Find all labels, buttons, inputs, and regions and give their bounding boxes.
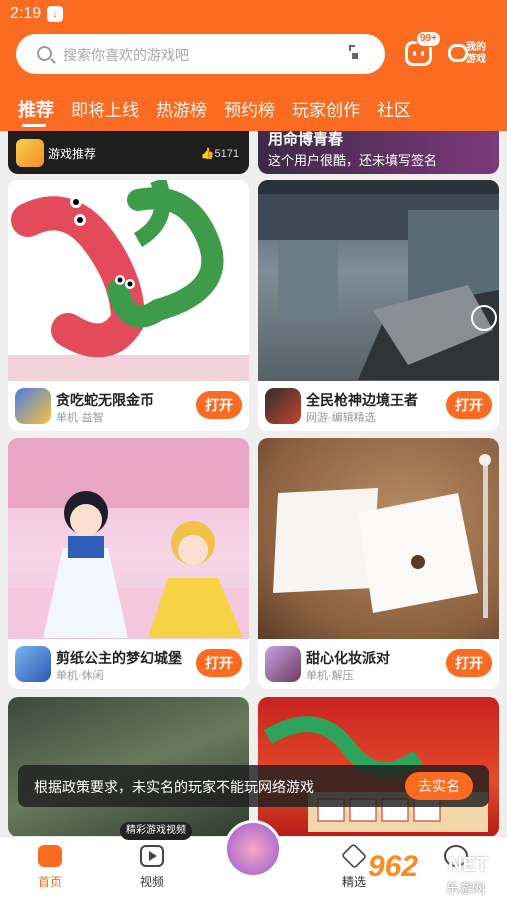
game-screenshot bbox=[8, 180, 249, 381]
diamond-icon bbox=[340, 842, 368, 870]
home-icon bbox=[38, 845, 62, 867]
open-button[interactable]: 打开 bbox=[196, 391, 242, 419]
like-count: 👍5171 bbox=[200, 148, 239, 160]
nav-home-label: 首页 bbox=[37, 875, 62, 889]
game-name: 剪纸公主的梦幻城堡 bbox=[56, 650, 182, 666]
game-icon bbox=[265, 388, 301, 424]
search-input[interactable]: 搜索你喜欢的游戏吧 bbox=[63, 45, 189, 65]
active-tab-indicator bbox=[22, 124, 46, 127]
tab-reserve[interactable]: 预约榜 bbox=[224, 96, 275, 122]
watermark-logo: 962 NET 乐游网 bbox=[368, 850, 500, 896]
nav-video-label: 视频 bbox=[139, 875, 164, 889]
watermark-main: 962 bbox=[368, 850, 419, 883]
watermark-sub: 乐游网 bbox=[446, 881, 486, 896]
game-name: 甜心化妆派对 bbox=[306, 650, 390, 666]
nav-video[interactable]: 视频 bbox=[122, 845, 182, 890]
category-tabs: 推荐 即将上线 热游榜 预约榜 玩家创作 社区 bbox=[18, 96, 428, 122]
game-screenshot bbox=[258, 180, 499, 381]
game-screenshot bbox=[8, 438, 249, 639]
open-button[interactable]: 打开 bbox=[196, 649, 242, 677]
user-signature: 这个用户很酷，还未填写签名 bbox=[268, 153, 438, 168]
card-label: 游戏推荐 bbox=[48, 147, 97, 161]
verify-button[interactable]: 去实名 bbox=[405, 772, 473, 800]
game-icon bbox=[15, 388, 51, 424]
search-bar[interactable]: 搜索你喜欢的游戏吧 bbox=[16, 34, 385, 489]
toast-message: 根据政策要求，未实名的玩家不能玩网络游戏 bbox=[34, 779, 314, 795]
game-icon bbox=[15, 646, 51, 682]
game-name: 贪吃蛇无限金币 bbox=[56, 392, 154, 408]
open-button[interactable]: 打开 bbox=[446, 391, 492, 419]
header-bar: 2:19 ↓ 搜索你喜欢的游戏吧 99+ 我的游戏 推荐 即将上线 热游榜 预约… bbox=[0, 0, 507, 489]
game-name: 全民枪神边境王者 bbox=[306, 392, 418, 408]
game-screenshot bbox=[258, 438, 499, 639]
game-card[interactable]: 全民枪神边境王者 网游·编辑精选 打开 bbox=[258, 180, 499, 431]
nav-home[interactable]: 首页 bbox=[20, 845, 80, 890]
tab-recommend[interactable]: 推荐 bbox=[18, 96, 54, 122]
message-badge: 99+ bbox=[416, 31, 441, 47]
game-card[interactable]: 剪纸公主的梦幻城堡 单机·休闲 打开 bbox=[8, 438, 249, 689]
user-title: 用命博青春 bbox=[268, 131, 344, 148]
gamepad-icon[interactable] bbox=[448, 44, 468, 62]
game-icon bbox=[265, 646, 301, 682]
game-card[interactable]: 贪吃蛇无限金币 单机·益智 打开 bbox=[8, 180, 249, 431]
download-icon: ↓ bbox=[47, 6, 63, 22]
game-category: 网游·编辑精选 bbox=[306, 412, 376, 424]
game-category: 单机·益智 bbox=[56, 412, 104, 424]
video-icon bbox=[140, 845, 164, 867]
game-icon bbox=[16, 139, 44, 167]
tab-community[interactable]: 社区 bbox=[377, 96, 411, 122]
user-card[interactable]: 用命博青春 这个用户很酷，还未填写签名 bbox=[258, 131, 499, 174]
scan-icon[interactable] bbox=[349, 45, 367, 489]
tab-upcoming[interactable]: 即将上线 bbox=[71, 96, 139, 122]
tab-creation[interactable]: 玩家创作 bbox=[292, 96, 360, 122]
real-name-toast: 根据政策要求，未实名的玩家不能玩网络游戏 去实名 bbox=[18, 765, 489, 807]
video-tag: 精彩游戏视频 bbox=[120, 822, 192, 840]
open-button[interactable]: 打开 bbox=[446, 649, 492, 677]
watermark-net: NET bbox=[448, 854, 488, 876]
game-category: 单机·休闲 bbox=[56, 670, 104, 682]
tab-hot[interactable]: 热游榜 bbox=[156, 96, 207, 122]
game-card[interactable]: 甜心化妆派对 单机·解压 打开 bbox=[258, 438, 499, 689]
search-icon bbox=[37, 46, 52, 61]
recommend-card[interactable]: 游戏推荐 👍5171 bbox=[8, 131, 249, 174]
my-games-button[interactable]: 我的游戏 bbox=[466, 42, 492, 66]
game-category: 单机·解压 bbox=[306, 670, 354, 682]
center-avatar-button[interactable] bbox=[224, 820, 282, 878]
status-time: 2:19 bbox=[10, 5, 42, 22]
